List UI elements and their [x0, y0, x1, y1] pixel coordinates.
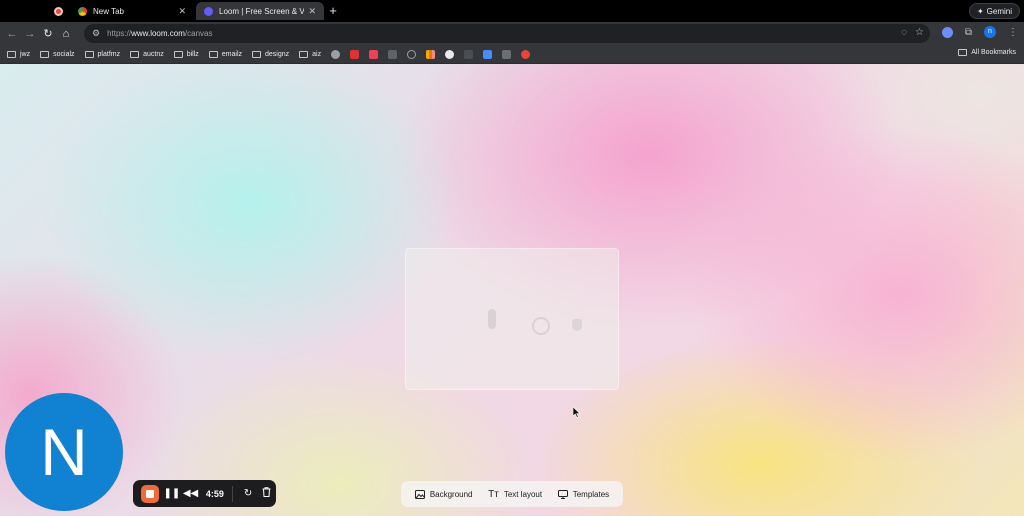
doc-bookmark-icon[interactable] — [464, 49, 474, 59]
folder-icon — [84, 50, 94, 58]
text-layout-button[interactable]: Tт Text layout — [488, 489, 542, 500]
home-icon[interactable]: ⌂ — [57, 28, 75, 40]
canvas-placeholder-card — [405, 248, 619, 390]
extension-icon[interactable] — [941, 26, 953, 38]
monitor-icon — [557, 489, 568, 499]
text-size-icon: Tт — [488, 488, 499, 500]
mouse-cursor-icon — [573, 407, 581, 418]
link-bookmark-icon[interactable] — [521, 49, 531, 59]
background-button[interactable]: Background — [414, 489, 473, 499]
bookmark-folder[interactable]: aiz — [299, 50, 321, 58]
bookmark-folder[interactable]: designz — [252, 50, 289, 58]
trash-icon — [262, 487, 271, 497]
folder-icon — [130, 50, 140, 58]
url-text: https://www.loom.com/canvas — [107, 29, 213, 38]
placeholder-icon — [572, 319, 582, 331]
chart-bookmark-icon[interactable] — [426, 49, 436, 59]
folder-icon — [252, 50, 262, 58]
star-icon[interactable]: ☆ — [915, 27, 924, 38]
image-icon — [414, 489, 425, 499]
pinned-tab[interactable] — [46, 2, 70, 20]
menu-icon[interactable]: ⋮ — [1008, 27, 1018, 38]
canvas-toolbar: Background Tт Text layout Templates — [401, 481, 623, 507]
back-icon[interactable]: ← — [3, 28, 21, 40]
record-icon — [53, 6, 63, 16]
browser-toolbar: ← → ↻ ⌂ ⚙ https://www.loom.com/canvas ◌ … — [0, 22, 1024, 45]
placeholder-icon — [488, 309, 496, 329]
github-icon[interactable] — [445, 49, 455, 59]
site-info-icon[interactable]: ⚙ — [92, 28, 100, 39]
list-bookmark-icon[interactable] — [483, 49, 493, 59]
bookmark-folder[interactable]: socialz — [40, 50, 75, 58]
divider — [231, 485, 233, 502]
folder-icon — [208, 50, 218, 58]
bookmark-folder[interactable]: platfmz — [84, 50, 120, 58]
folder-icon — [7, 50, 16, 58]
red-bookmark-icon[interactable] — [350, 49, 360, 59]
tab-new-tab[interactable]: New Tab ✕ — [70, 2, 194, 20]
all-bookmarks[interactable]: All Bookmarks — [958, 49, 1016, 56]
templates-label: Templates — [572, 489, 610, 499]
background-label: Background — [429, 489, 473, 499]
gemini-label: Gemini — [986, 6, 1012, 16]
eye-off-icon[interactable]: ◌ — [901, 27, 907, 38]
tab-strip: New Tab ✕ Loom | Free Screen & Video R ✕… — [0, 0, 1024, 22]
reload-icon[interactable]: ↻ — [39, 27, 57, 40]
sparkle-icon: ✦ — [976, 6, 984, 16]
bookmark-folder[interactable]: billz — [173, 50, 199, 58]
folder-icon — [299, 50, 309, 58]
text-layout-label: Text layout — [503, 489, 543, 499]
bookmark-folder[interactable]: jwz — [7, 50, 30, 58]
pause-button[interactable]: ❚❚ — [163, 488, 182, 499]
rewind-button[interactable]: ◀◀ — [181, 488, 200, 499]
stop-recording-button[interactable] — [141, 484, 159, 503]
profile-avatar[interactable]: n — [984, 26, 996, 38]
gemini-button[interactable]: ✦ Gemini — [968, 3, 1020, 19]
globe-bookmark-icon[interactable] — [407, 49, 417, 59]
folder-icon — [40, 50, 50, 58]
forward-icon[interactable]: → — [21, 28, 39, 40]
bookmark-folder[interactable]: auctnz — [130, 50, 164, 58]
recording-timer: 4:59 — [205, 488, 224, 499]
tab-loom[interactable]: Loom | Free Screen & Video R ✕ — [196, 2, 324, 20]
pocket-bookmark-icon[interactable] — [369, 49, 379, 59]
close-icon[interactable]: ✕ — [178, 6, 186, 17]
new-tab-button[interactable]: + — [326, 3, 340, 19]
address-bar[interactable]: ⚙ https://www.loom.com/canvas ◌ ☆ — [84, 24, 930, 43]
bookmarks-bar: jwz socialz platfmz auctnz billz emailz … — [0, 45, 1024, 64]
placeholder-icon — [532, 317, 550, 335]
camera-bubble[interactable]: N — [5, 393, 123, 511]
puzzle-icon[interactable]: ⧉ — [965, 27, 972, 38]
tab-label: Loom | Free Screen & Video R — [219, 6, 305, 16]
restart-button[interactable]: ↻ — [239, 488, 258, 499]
templates-button[interactable]: Templates — [557, 489, 610, 499]
folder-icon — [173, 50, 183, 58]
recording-canvas: N ❚❚ ◀◀ 4:59 ↻ Background Tт Text layout… — [0, 64, 1024, 516]
folder-icon — [958, 49, 968, 56]
loom-icon — [204, 6, 213, 16]
gear-bookmark-icon[interactable] — [331, 49, 341, 59]
delete-button[interactable] — [257, 487, 276, 500]
close-icon[interactable]: ✕ — [308, 6, 316, 17]
recording-controls: ❚❚ ◀◀ 4:59 ↻ — [133, 480, 276, 507]
chrome-icon — [78, 6, 87, 16]
stop-icon — [145, 489, 154, 498]
bookmark-folder[interactable]: emailz — [208, 50, 242, 58]
grid-bookmark-icon[interactable] — [388, 49, 398, 59]
tab-label: New Tab — [93, 6, 124, 16]
text-bookmark-icon[interactable] — [502, 49, 512, 59]
